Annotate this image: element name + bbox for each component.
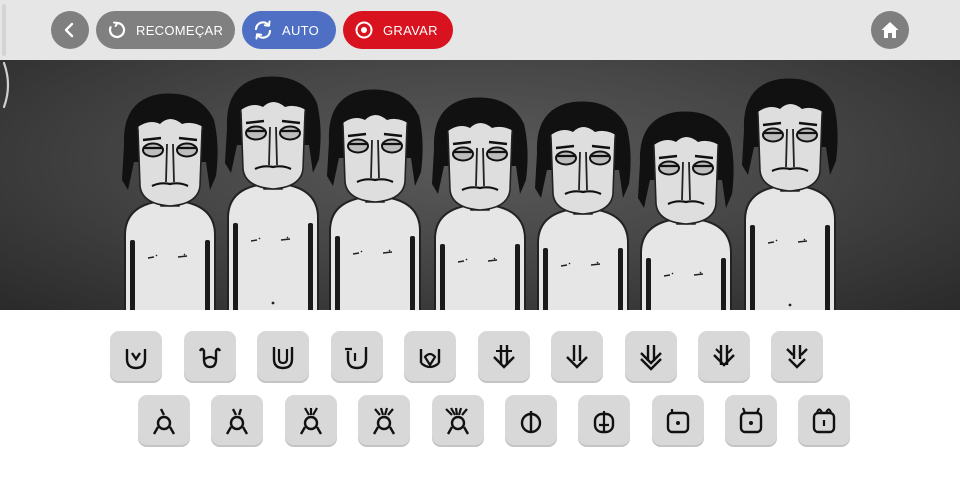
performers — [120, 75, 839, 310]
effect-icon-5[interactable] — [771, 331, 823, 383]
voice-icon-4[interactable] — [725, 395, 777, 447]
side-handle-icon[interactable] — [0, 60, 14, 110]
record-button[interactable]: GRAVAR — [343, 11, 453, 49]
sync-icon — [252, 19, 274, 41]
effect-icon-2[interactable] — [551, 331, 603, 383]
voice-icon-5[interactable] — [798, 395, 850, 447]
beat-icon-3[interactable] — [257, 331, 309, 383]
record-label: GRAVAR — [383, 22, 438, 38]
stage — [0, 60, 960, 310]
effect-icon-4[interactable] — [698, 331, 750, 383]
beat-icon-5[interactable] — [404, 331, 456, 383]
effect-icon-1[interactable] — [478, 331, 530, 383]
back-button[interactable] — [51, 11, 89, 49]
melody-icon-3[interactable] — [285, 395, 337, 447]
voice-icon-3[interactable] — [652, 395, 704, 447]
melody-icon-1[interactable] — [138, 395, 190, 447]
home-button[interactable] — [871, 11, 909, 49]
restart-label: RECOMEÇAR — [136, 22, 224, 38]
chevron-left-icon — [64, 22, 74, 38]
record-icon — [353, 19, 375, 41]
beat-icon-1[interactable] — [110, 331, 162, 383]
beat-icon-4[interactable] — [331, 331, 383, 383]
effect-icon-3[interactable] — [625, 331, 677, 383]
voice-icon-1[interactable] — [505, 395, 557, 447]
melody-icon-4[interactable] — [358, 395, 410, 447]
auto-label: AUTO — [282, 22, 320, 38]
melody-icon-5[interactable] — [432, 395, 484, 447]
beat-icon-2[interactable] — [184, 331, 236, 383]
restart-button[interactable]: RECOMEÇAR — [96, 11, 235, 49]
voice-icon-2[interactable] — [578, 395, 630, 447]
top-toolbar: RECOMEÇAR AUTO GRAVAR — [0, 0, 960, 60]
melody-icon-2[interactable] — [211, 395, 263, 447]
sound-icon-tray — [0, 310, 960, 480]
home-icon — [881, 22, 899, 38]
restart-icon — [106, 19, 128, 41]
auto-button[interactable]: AUTO — [242, 11, 336, 49]
edge-handle — [2, 4, 6, 56]
